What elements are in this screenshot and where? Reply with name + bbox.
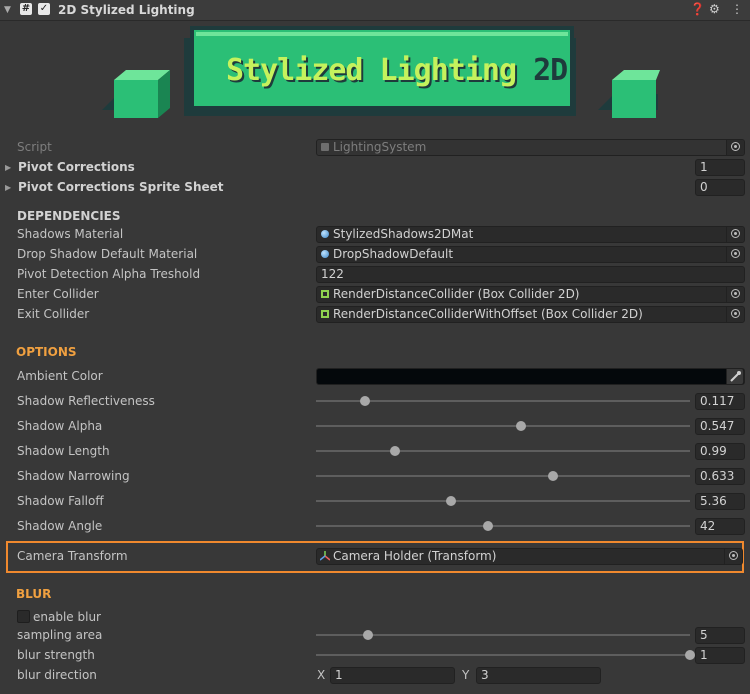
enter-collider-label: Enter Collider: [17, 287, 99, 301]
exit-collider-label: Exit Collider: [17, 307, 90, 321]
pivot-corrections-label[interactable]: Pivot Corrections: [18, 160, 135, 174]
drop-shadow-material-field[interactable]: DropShadowDefault: [316, 246, 745, 263]
slider-track[interactable]: [316, 475, 690, 477]
slider-track[interactable]: [316, 525, 690, 527]
box-collider-icon: [321, 310, 329, 318]
fold-arrow-icon[interactable]: ▼: [4, 5, 11, 15]
enabled-checkbox[interactable]: ✓: [38, 3, 50, 15]
dependencies-header: DEPENDENCIES: [17, 209, 121, 223]
blur-direction-x-label: X: [317, 668, 326, 682]
slider-track[interactable]: [316, 500, 690, 502]
slider-value-field[interactable]: 42: [695, 518, 745, 535]
slider-handle[interactable]: [515, 421, 526, 431]
slider-track[interactable]: [316, 450, 690, 452]
object-picker-icon: [726, 140, 744, 155]
slider-track[interactable]: [316, 400, 690, 402]
camera-transform-field[interactable]: Camera Holder (Transform): [316, 548, 743, 565]
sampling-area-slider-handle[interactable]: [363, 630, 374, 640]
ambient-color-label: Ambient Color: [17, 369, 103, 383]
slider-value-field[interactable]: 0.99: [695, 443, 745, 460]
pivot-corrections-size[interactable]: 1: [695, 159, 745, 176]
ambient-color-field[interactable]: [316, 368, 745, 385]
slider-handle[interactable]: [389, 446, 400, 456]
slider-label: Shadow Angle: [17, 519, 103, 533]
box-collider-icon: [321, 290, 329, 298]
slider-value-field[interactable]: 0.547: [695, 418, 745, 435]
script-label: Script: [17, 140, 52, 154]
script-field: LightingSystem: [316, 139, 745, 156]
slider-value-field[interactable]: 5.36: [695, 493, 745, 510]
object-picker-icon[interactable]: [724, 549, 742, 564]
blur-direction-label: blur direction: [17, 668, 97, 682]
fold-arrow-icon[interactable]: ▶: [5, 183, 11, 192]
sampling-area-label: sampling area: [17, 628, 103, 642]
enable-blur-label: enable blur: [33, 610, 101, 624]
shadows-material-field[interactable]: StylizedShadows2DMat: [316, 226, 745, 243]
blur-header: BLUR: [16, 587, 52, 601]
script-file-icon: [321, 143, 329, 151]
eyedropper-icon[interactable]: [726, 369, 744, 384]
blur-strength-slider-handle[interactable]: [685, 650, 695, 660]
exit-collider-field[interactable]: RenderDistanceColliderWithOffset (Box Co…: [316, 306, 745, 323]
material-icon: [321, 250, 329, 258]
slider-label: Shadow Length: [17, 444, 110, 458]
pivot-corrections-sheet-size[interactable]: 0: [695, 179, 745, 196]
slider-handle[interactable]: [359, 396, 370, 406]
shadows-material-label: Shadows Material: [17, 227, 124, 241]
script-icon: #: [20, 3, 32, 15]
slider-track[interactable]: [316, 425, 690, 427]
slider-label: Shadow Alpha: [17, 419, 103, 433]
drop-shadow-material-label: Drop Shadow Default Material: [17, 247, 198, 261]
pivot-alpha-field[interactable]: 122: [316, 266, 745, 283]
blur-strength-value[interactable]: 1: [695, 647, 745, 664]
enter-collider-field[interactable]: RenderDistanceCollider (Box Collider 2D): [316, 286, 745, 303]
blur-strength-track[interactable]: [316, 654, 690, 656]
slider-value-field[interactable]: 0.633: [695, 468, 745, 485]
slider-handle[interactable]: [547, 471, 558, 481]
component-title: 2D Stylized Lighting: [58, 3, 195, 17]
options-header: OPTIONS: [16, 345, 77, 359]
slider-label: Shadow Falloff: [17, 494, 104, 508]
blur-direction-x-field[interactable]: 1: [330, 667, 455, 684]
object-picker-icon[interactable]: [726, 247, 744, 262]
component-header[interactable]: ▼ # ✓ 2D Stylized Lighting ❓ ⚙ ⋮: [0, 0, 750, 21]
slider-label: Shadow Reflectiveness: [17, 394, 155, 408]
slider-label: Shadow Narrowing: [17, 469, 130, 483]
blur-direction-y-label: Y: [462, 668, 470, 682]
more-icon[interactable]: ⋮: [731, 2, 743, 16]
slider-value-field[interactable]: 0.117: [695, 393, 745, 410]
fold-arrow-icon[interactable]: ▶: [5, 163, 11, 172]
pivot-corrections-sheet-label[interactable]: Pivot Corrections Sprite Sheet: [18, 180, 224, 194]
material-icon: [321, 230, 329, 238]
pivot-alpha-label: Pivot Detection Alpha Treshold: [17, 267, 201, 281]
help-icon[interactable]: ❓: [690, 2, 705, 16]
blur-strength-label: blur strength: [17, 648, 95, 662]
sampling-area-value[interactable]: 5: [695, 627, 745, 644]
slider-handle[interactable]: [483, 521, 494, 531]
object-picker-icon[interactable]: [726, 227, 744, 242]
transform-icon: [320, 551, 330, 561]
logo-text: Stylized Lighting 2D: [226, 53, 568, 88]
camera-transform-label: Camera Transform: [17, 549, 128, 563]
object-picker-icon[interactable]: [726, 307, 744, 322]
blur-direction-y-field[interactable]: 3: [476, 667, 601, 684]
enable-blur-checkbox[interactable]: [17, 610, 30, 623]
slider-handle[interactable]: [445, 496, 456, 506]
object-picker-icon[interactable]: [726, 287, 744, 302]
settings-sliders-icon[interactable]: ⚙: [709, 2, 720, 16]
